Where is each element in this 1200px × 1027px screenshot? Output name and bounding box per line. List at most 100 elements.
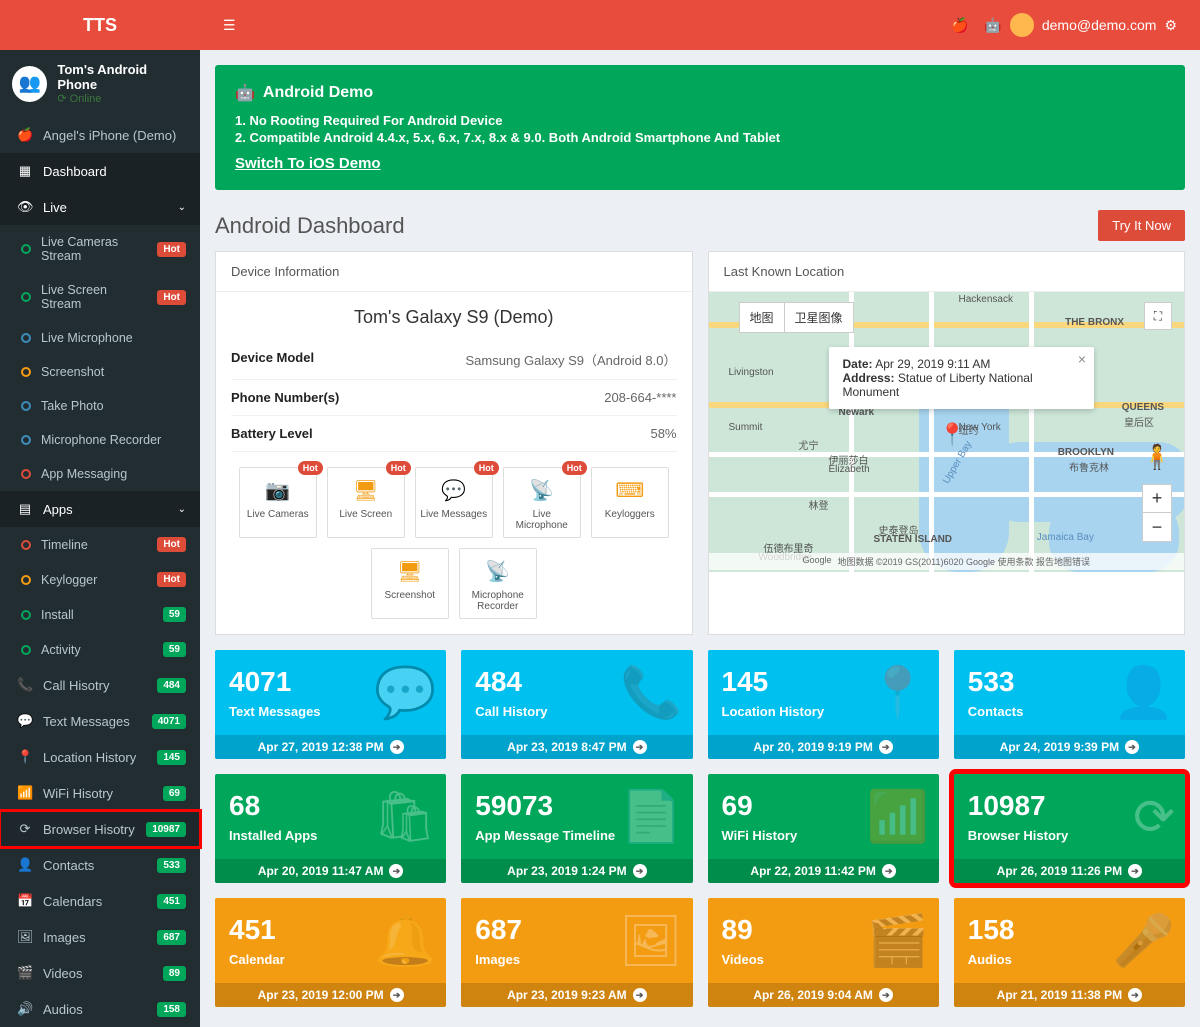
stat-card[interactable]: 4071Text Messages💬Apr 27, 2019 12:38 PM➔ [215, 650, 446, 759]
sidebar-live-item[interactable]: Live Cameras StreamHot [0, 225, 200, 273]
stat-footer[interactable]: Apr 27, 2019 12:38 PM➔ [215, 735, 446, 759]
user-menu[interactable]: demo@demo.com [1010, 13, 1157, 37]
sidebar-apps-toggle[interactable]: ▤ Apps ⌄ [0, 491, 200, 527]
map-pin-icon: 📍 [939, 422, 966, 448]
sidebar-apps-item[interactable]: TimelineHot [0, 527, 200, 562]
quick-action-card[interactable]: Hot💬Live Messages [415, 467, 493, 538]
sidebar-apps-item[interactable]: KeyloggerHot [0, 562, 200, 597]
zoom-in-button[interactable]: + [1143, 485, 1171, 513]
quick-action-card[interactable]: 🖥Screenshot [371, 548, 449, 619]
sidebar-item[interactable]: 📞Call Hisotry484 [0, 667, 200, 703]
stat-footer[interactable]: Apr 21, 2019 11:38 PM➔ [954, 983, 1185, 1007]
sidebar-item[interactable]: 🔊Audios158 [0, 991, 200, 1027]
sidebar-item[interactable]: ⟳Browser Hisotry10987 [0, 811, 200, 847]
sidebar-live-item[interactable]: Screenshot [0, 355, 200, 389]
badge: Hot [157, 572, 186, 587]
stat-footer[interactable]: Apr 26, 2019 11:26 PM➔ [954, 859, 1185, 883]
quick-action-card[interactable]: Hot📡Live Microphone [503, 467, 581, 538]
sidebar-device-iphone[interactable]: 🍎 Angel's iPhone (Demo) [0, 117, 200, 153]
quick-action-card[interactable]: Hot🖥Live Screen [327, 467, 405, 538]
stat-icon: 👤 [1113, 663, 1175, 722]
sidebar-apps-item[interactable]: Activity59 [0, 632, 200, 667]
stat-card[interactable]: 533Contacts👤Apr 24, 2019 9:39 PM➔ [954, 650, 1185, 759]
fullscreen-icon[interactable]: ⛶ [1144, 302, 1172, 330]
android-icon[interactable]: 🤖 [984, 17, 1001, 34]
hot-badge: Hot [386, 461, 411, 475]
stat-footer[interactable]: Apr 24, 2019 9:39 PM➔ [954, 735, 1185, 759]
circle-icon [21, 469, 31, 479]
badge: Hot [157, 537, 186, 552]
stat-card[interactable]: 687Images🖼Apr 23, 2019 9:23 AM➔ [461, 898, 692, 1007]
sidebar-item[interactable]: 📍Location History145 [0, 739, 200, 775]
badge: 4071 [152, 714, 186, 729]
arrow-right-icon: ➔ [633, 988, 647, 1002]
badge: 89 [163, 966, 186, 981]
close-icon[interactable]: × [1078, 351, 1086, 367]
quick-action-card[interactable]: ⌨Keyloggers [591, 467, 669, 538]
stat-footer[interactable]: Apr 23, 2019 8:47 PM➔ [461, 735, 692, 759]
sidebar-item[interactable]: 💬Text Messages4071 [0, 703, 200, 739]
stat-card[interactable]: 69WiFi History📶Apr 22, 2019 11:42 PM➔ [708, 774, 939, 883]
stat-card[interactable]: 158Audios🎤Apr 21, 2019 11:38 PM➔ [954, 898, 1185, 1007]
badge: 145 [157, 750, 186, 765]
circle-icon [21, 575, 31, 585]
stat-footer[interactable]: Apr 23, 2019 9:23 AM➔ [461, 983, 692, 1007]
try-now-button[interactable]: Try It Now [1098, 210, 1185, 241]
stat-card[interactable]: 484Call History📞Apr 23, 2019 8:47 PM➔ [461, 650, 692, 759]
map-canvas[interactable]: Hackensack THE BRONX Livingston Newark 纽… [709, 292, 1185, 572]
settings-icon[interactable]: ⚙ [1164, 17, 1177, 34]
sidebar-dashboard[interactable]: ▦ Dashboard [0, 153, 200, 189]
stat-card[interactable]: 68Installed Apps🛍Apr 20, 2019 11:47 AM➔ [215, 774, 446, 883]
map-zoom-controls: + − [1142, 484, 1172, 542]
sidebar-live-toggle[interactable]: 👁 Live ⌄ [0, 189, 200, 225]
pegman-icon[interactable]: 🧍 [1142, 443, 1172, 472]
stat-card[interactable]: 145Location History📍Apr 20, 2019 9:19 PM… [708, 650, 939, 759]
map-type-toggle[interactable]: 地图 卫星图像 [739, 302, 854, 333]
map-panel: Last Known Location Hackensack THE BRONX… [708, 251, 1186, 635]
quick-action-card[interactable]: Hot📷Live Cameras [239, 467, 317, 538]
stat-card[interactable]: 59073App Message Timeline📄Apr 23, 2019 1… [461, 774, 692, 883]
stat-card[interactable]: 451Calendar🔔Apr 23, 2019 12:00 PM➔ [215, 898, 446, 1007]
profile-status: ⟳ Online [57, 92, 188, 105]
sidebar-live-item[interactable]: App Messaging [0, 457, 200, 491]
badge: Hot [157, 242, 186, 257]
stat-footer[interactable]: Apr 20, 2019 9:19 PM➔ [708, 735, 939, 759]
stat-footer[interactable]: Apr 23, 2019 12:00 PM➔ [215, 983, 446, 1007]
brand-logo[interactable]: TTS [0, 15, 200, 36]
zoom-out-button[interactable]: − [1143, 513, 1171, 541]
stat-footer[interactable]: Apr 26, 2019 9:04 AM➔ [708, 983, 939, 1007]
stat-card[interactable]: 10987Browser History⟳Apr 26, 2019 11:26 … [954, 774, 1185, 883]
sidebar-icon: 🎬 [17, 965, 33, 981]
stat-card[interactable]: 89Videos🎬Apr 26, 2019 9:04 AM➔ [708, 898, 939, 1007]
stat-footer[interactable]: Apr 23, 2019 1:24 PM➔ [461, 859, 692, 883]
sidebar-item[interactable]: 📶WiFi Hisotry69 [0, 775, 200, 811]
sidebar-profile[interactable]: 👥 Tom's Android Phone ⟳ Online [0, 50, 200, 117]
stat-footer[interactable]: Apr 22, 2019 11:42 PM➔ [708, 859, 939, 883]
sidebar-live-item[interactable]: Take Photo [0, 389, 200, 423]
dashboard-icon: ▦ [17, 163, 33, 179]
circle-icon [21, 540, 31, 550]
apple-icon[interactable]: 🍎 [951, 17, 968, 34]
sidebar-icon: 📍 [17, 749, 33, 765]
stat-footer[interactable]: Apr 20, 2019 11:47 AM➔ [215, 859, 446, 883]
sidebar-apps-item[interactable]: Install59 [0, 597, 200, 632]
demo-banner: 🤖Android Demo 1. No Rooting Required For… [215, 65, 1185, 190]
hot-badge: Hot [562, 461, 587, 475]
quick-action-card[interactable]: 📡Microphone Recorder [459, 548, 537, 619]
sidebar-live-item[interactable]: Live Microphone [0, 321, 200, 355]
sidebar-icon: 🖼 [17, 929, 33, 945]
sidebar-item[interactable]: 📅Calendars451 [0, 883, 200, 919]
sidebar-item[interactable]: 🖼Images687 [0, 919, 200, 955]
menu-toggle-icon[interactable]: ☰ [223, 17, 236, 34]
sidebar-live-item[interactable]: Live Screen StreamHot [0, 273, 200, 321]
sidebar-item[interactable]: 👤Contacts533 [0, 847, 200, 883]
profile-name: Tom's Android Phone [57, 62, 188, 92]
arrow-right-icon: ➔ [390, 740, 404, 754]
switch-demo-link[interactable]: Switch To iOS Demo [235, 155, 381, 172]
android-icon: 🤖 [235, 83, 255, 103]
sidebar-item[interactable]: 🎬Videos89 [0, 955, 200, 991]
sidebar-icon: 💬 [17, 713, 33, 729]
badge: 158 [157, 1002, 186, 1017]
sidebar-icon: 🔊 [17, 1001, 33, 1017]
sidebar-live-item[interactable]: Microphone Recorder [0, 423, 200, 457]
